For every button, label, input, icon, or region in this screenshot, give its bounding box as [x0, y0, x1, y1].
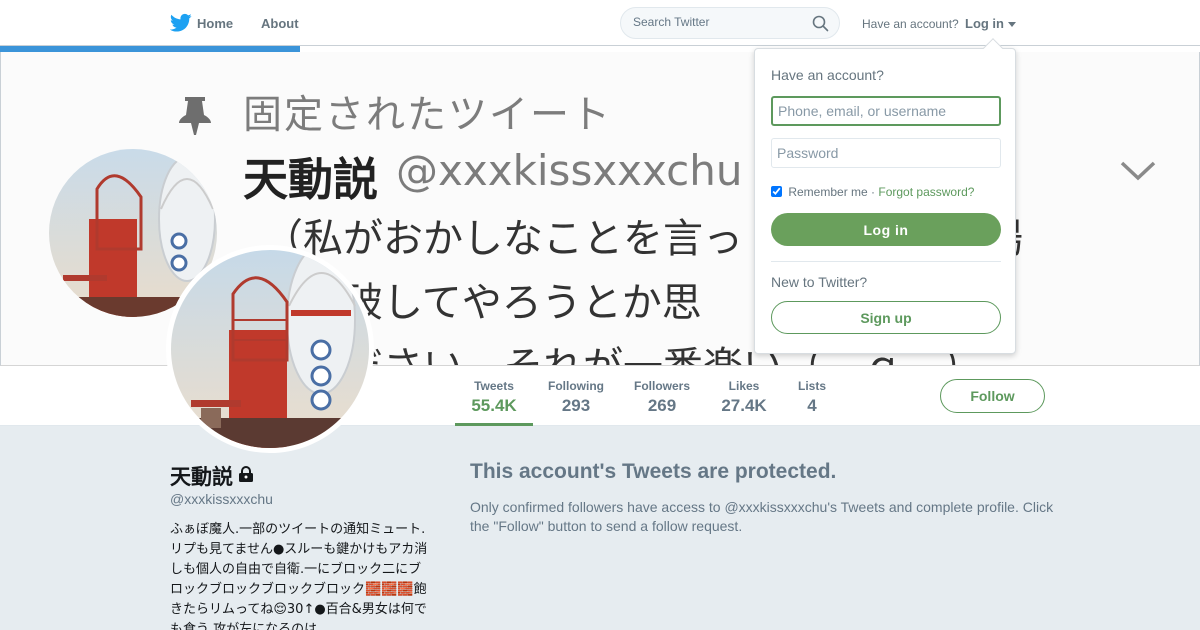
nav-about-link[interactable]: About	[261, 16, 299, 31]
dropdown-divider	[771, 261, 1001, 262]
top-navigation-bar: Home About Have an account? Log in	[0, 0, 1200, 46]
twitter-bird-icon[interactable]	[170, 13, 192, 33]
banner-text-line: （私がおかしなことを言っ じる場	[263, 216, 1023, 262]
stat-value: 27.4K	[721, 396, 767, 415]
stat-tweets[interactable]: Tweets 55.4K	[455, 366, 533, 426]
banner-pinned-label: 固定されたツイート	[243, 93, 613, 138]
stat-label: Followers	[633, 379, 690, 393]
signup-button[interactable]: Sign up	[771, 301, 1001, 334]
stat-followers[interactable]: Followers 269	[626, 366, 698, 426]
new-to-twitter-text: New to Twitter?	[771, 274, 868, 290]
profile-name[interactable]: 天動説	[170, 461, 233, 491]
protected-message: Only confirmed followers have access to …	[470, 499, 1054, 534]
remember-me-checkbox[interactable]	[771, 186, 782, 197]
chevron-down-icon	[1120, 161, 1156, 181]
banner-handle: @xxxkissxxxchu	[396, 146, 743, 195]
stat-value: 4	[807, 396, 817, 415]
banner-name: 天動説	[243, 153, 379, 206]
login-dropdown: Have an account? Remember me · Forgot pa…	[754, 38, 1016, 354]
profile-handle[interactable]: @xxxkissxxxchu	[170, 491, 273, 507]
password-field[interactable]	[771, 138, 1001, 168]
forgot-password-link[interactable]: Forgot password?	[878, 185, 974, 199]
stat-label: Following	[548, 379, 604, 393]
banner-text-line: 論破してやろうとか思 に聞い	[263, 280, 982, 326]
banner-tweet-text: （私がおかしなことを言っ じる場 論破してやろうとか思 に聞い ください。それが…	[263, 207, 1163, 365]
stat-value: 55.4K	[471, 396, 517, 415]
stat-likes[interactable]: Likes 27.4K	[714, 366, 774, 426]
remember-separator: ·	[867, 185, 879, 199]
username-field[interactable]	[771, 96, 1001, 126]
follow-button[interactable]: Follow	[940, 379, 1045, 413]
pin-icon	[179, 97, 211, 135]
header-load-progress-fill	[0, 46, 300, 52]
stat-lists[interactable]: Lists 4	[792, 366, 832, 426]
login-submit-button[interactable]: Log in	[771, 213, 1001, 246]
remember-me-label[interactable]: Remember me	[788, 185, 867, 199]
profile-avatar[interactable]	[166, 245, 374, 453]
login-dropdown-title: Have an account?	[771, 67, 884, 83]
stat-label: Lists	[797, 379, 826, 393]
stat-label: Tweets	[474, 379, 514, 393]
profile-bio: ふぁぼ魔人.一部のツイートの通知ミュート.リプも見てません●スルーも鍵かけもアカ…	[170, 522, 428, 630]
stat-following[interactable]: Following 293	[541, 366, 611, 426]
protected-title: This account's Tweets are protected.	[470, 460, 837, 483]
lock-icon	[239, 466, 253, 482]
header-load-progress	[0, 46, 1200, 52]
banner-text-line: ください。それが一番楽い（＾ｑ＾）	[263, 335, 1163, 365]
remember-row: Remember me · Forgot password?	[771, 185, 974, 199]
stat-value: 293	[561, 396, 591, 415]
search-box[interactable]	[620, 7, 840, 39]
caret-down-icon[interactable]	[1008, 22, 1016, 27]
login-dropdown-toggle[interactable]: Log in	[965, 16, 1004, 31]
stat-value: 269	[647, 396, 677, 415]
search-icon[interactable]	[812, 15, 829, 32]
nav-home-link[interactable]: Home	[197, 16, 233, 31]
search-input[interactable]	[633, 15, 803, 29]
stat-label: Likes	[728, 379, 760, 393]
have-account-text: Have an account?	[862, 17, 959, 31]
